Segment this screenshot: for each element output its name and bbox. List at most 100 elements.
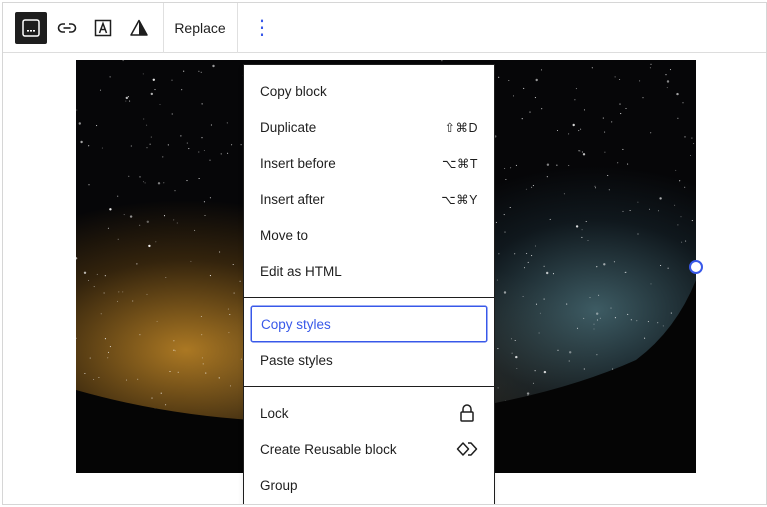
text-overlay-button[interactable] — [87, 12, 119, 44]
star — [203, 201, 205, 203]
star — [180, 135, 182, 137]
star — [96, 125, 98, 127]
star — [608, 189, 610, 191]
star — [104, 275, 106, 277]
star — [650, 132, 652, 134]
star — [190, 260, 192, 262]
star — [619, 103, 621, 105]
star — [534, 97, 536, 99]
menu-item-duplicate[interactable]: Duplicate ⇧⌘D — [251, 109, 487, 145]
star — [525, 188, 527, 190]
star — [144, 182, 146, 184]
menu-item-label: Duplicate — [260, 119, 317, 135]
star — [109, 208, 112, 211]
keyboard-shortcut: ⌥⌘T — [441, 156, 478, 171]
star — [611, 121, 613, 123]
star — [173, 219, 175, 221]
star — [607, 174, 609, 177]
star — [596, 266, 598, 268]
menu-item-move-to[interactable]: Move to — [251, 217, 487, 253]
star — [531, 255, 533, 257]
star — [136, 263, 138, 265]
resize-handle[interactable] — [689, 260, 703, 274]
star — [546, 163, 550, 166]
star — [583, 109, 586, 111]
menu-item-create-reusable-block[interactable]: Create Reusable block — [251, 431, 487, 467]
menu-item-copy-styles[interactable]: Copy styles — [251, 306, 487, 342]
duotone-icon — [129, 18, 149, 38]
menu-item-lock[interactable]: Lock — [251, 395, 487, 431]
star — [88, 145, 90, 147]
star — [209, 197, 211, 199]
more-options-button[interactable]: ⋮ — [248, 12, 276, 44]
star — [173, 349, 175, 351]
star — [202, 363, 204, 365]
star — [527, 261, 529, 263]
star — [503, 291, 507, 294]
star — [689, 154, 692, 157]
star — [636, 320, 638, 322]
menu-item-paste-styles[interactable]: Paste styles — [251, 342, 487, 378]
menu-item-insert-after[interactable]: Insert after ⌥⌘Y — [251, 181, 487, 217]
star — [514, 339, 516, 342]
star — [667, 267, 669, 269]
star — [534, 370, 536, 372]
menu-item-group[interactable]: Group — [251, 467, 487, 503]
star — [89, 357, 91, 359]
star — [142, 73, 144, 75]
star — [76, 257, 78, 260]
menu-item-label: Create Reusable block — [260, 441, 397, 457]
star — [598, 294, 600, 296]
star — [200, 71, 202, 73]
star — [509, 206, 511, 209]
star — [163, 182, 165, 184]
caption-button[interactable] — [15, 12, 47, 44]
star — [98, 376, 100, 379]
menu-item-label: Lock — [260, 405, 289, 421]
star — [201, 357, 203, 359]
star — [151, 397, 153, 399]
star — [677, 224, 679, 226]
block-toolbar: Replace ⋮ — [3, 3, 766, 53]
star — [662, 325, 664, 327]
star — [593, 328, 595, 330]
star — [693, 143, 695, 145]
link-button[interactable] — [51, 12, 83, 44]
star — [578, 150, 580, 152]
menu-item-edit-as-html[interactable]: Edit as HTML — [251, 253, 487, 289]
star — [76, 109, 78, 111]
star — [532, 382, 535, 384]
star — [619, 78, 621, 81]
star — [681, 241, 683, 243]
star — [165, 276, 167, 279]
star — [116, 300, 119, 302]
menu-item-insert-before[interactable]: Insert before ⌥⌘T — [251, 145, 487, 181]
star — [684, 186, 686, 188]
star — [532, 185, 534, 187]
star — [556, 129, 559, 132]
star — [535, 303, 538, 305]
star — [581, 151, 583, 153]
replace-button[interactable]: Replace — [163, 3, 237, 53]
star — [679, 180, 681, 182]
star — [568, 360, 570, 362]
menu-item-copy-block[interactable]: Copy block — [251, 73, 487, 109]
text-overlay-icon — [93, 18, 113, 38]
star — [146, 220, 149, 223]
menu-item-label: Insert after — [260, 191, 325, 207]
star — [80, 140, 83, 144]
duotone-button[interactable] — [123, 12, 155, 44]
star — [146, 147, 148, 149]
star — [128, 175, 130, 177]
star — [649, 67, 651, 69]
star — [240, 358, 242, 360]
star — [580, 128, 582, 130]
star — [622, 210, 624, 212]
star — [219, 251, 221, 253]
star — [691, 220, 693, 222]
star — [117, 238, 119, 240]
star — [88, 184, 90, 186]
star — [139, 334, 141, 336]
star — [149, 143, 151, 145]
star — [227, 152, 229, 154]
